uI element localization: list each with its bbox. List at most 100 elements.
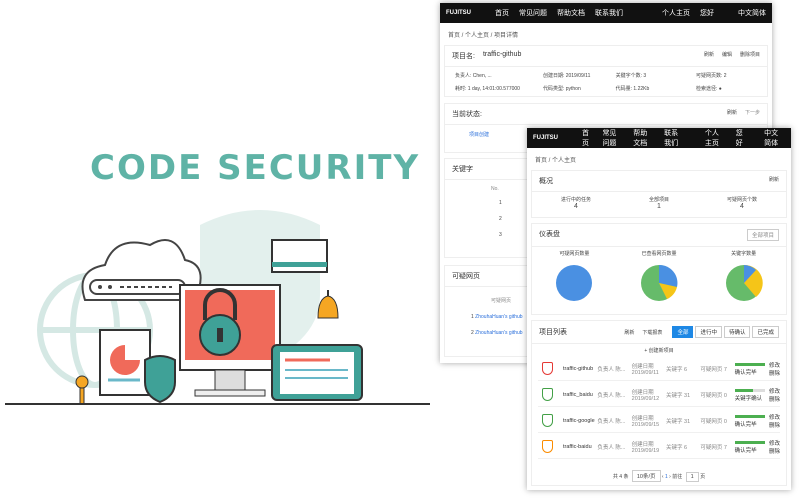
project-status: 关键字确认 bbox=[734, 388, 769, 402]
nav-home[interactable]: 首页 bbox=[495, 8, 509, 18]
project-pages: 可疑网页 0 bbox=[700, 392, 727, 399]
github-icon: ● bbox=[718, 86, 722, 92]
row-actions: 修改 删除 bbox=[769, 387, 780, 403]
project-name-label: 项目名: bbox=[452, 53, 475, 60]
keyword-row: 1 bbox=[499, 200, 502, 206]
project-shield-icon bbox=[542, 388, 553, 401]
project-row[interactable]: traffic-github 负责人 陈... 创建日期 2019/09/11 … bbox=[538, 357, 780, 381]
overview-refresh-button[interactable]: 刷新 bbox=[769, 176, 779, 186]
code-security-illustration: CODE SECURITY bbox=[0, 0, 440, 500]
project-owner: 负责人 陈... bbox=[597, 444, 626, 451]
filter-pending[interactable]: 待确认 bbox=[723, 326, 751, 338]
nav-user-home[interactable]: 个人主页 bbox=[705, 128, 726, 148]
nav-docs[interactable]: 帮助文档 bbox=[633, 128, 654, 148]
page-row[interactable]: 1 ZhouhaHuan's github bbox=[445, 304, 527, 320]
list-refresh-button[interactable]: 刷新 bbox=[624, 329, 634, 336]
keyword-row: 3 bbox=[499, 232, 502, 238]
keywords-card: 关键字 No. 1 2 3 bbox=[444, 158, 528, 258]
project-list-card: 项目列表 刷新 下载报表 全部 进行中 待确认 已完成 + 创建新项目 traffic… bbox=[531, 320, 787, 486]
project-status: 确认完毕 bbox=[734, 414, 769, 428]
field-code-size: 代码量: 1.22Kb bbox=[615, 86, 650, 92]
project-owner: 负责人 陈... bbox=[597, 418, 626, 425]
filter-done[interactable]: 已完成 bbox=[752, 326, 779, 338]
page-size-select[interactable]: 10条/页 bbox=[631, 470, 661, 482]
project-keywords: 关键字 31 bbox=[665, 418, 691, 425]
project-name: traffic-github bbox=[482, 51, 522, 58]
fujitsu-logo: FUJITSU bbox=[533, 135, 559, 141]
credit-card-icon bbox=[271, 239, 328, 273]
field-owner: 负责人: Chen, ... bbox=[455, 73, 492, 79]
project-row[interactable]: traffic-google 负责人 陈... 创建日期 2019/09/15 … bbox=[538, 409, 780, 433]
nav-home[interactable]: 首页 bbox=[582, 128, 592, 148]
project-pages: 可疑网页 7 bbox=[700, 444, 727, 451]
pages-col-header: 可疑网页 bbox=[491, 298, 512, 304]
nav-faq[interactable]: 常见问题 bbox=[519, 8, 547, 18]
shield-icon bbox=[144, 355, 176, 404]
stat-suspicious-pages: 可疑网页个数 4 bbox=[726, 197, 757, 210]
delete-link[interactable]: 删除 bbox=[769, 423, 780, 429]
goto-unit: 页 bbox=[700, 474, 706, 480]
project-keywords: 关键字 31 bbox=[665, 392, 691, 399]
project-row[interactable]: traffic-baidu 负责人 陈... 创建日期 2019/09/19 关… bbox=[538, 435, 780, 459]
row-actions: 修改 删除 bbox=[769, 439, 780, 455]
row-actions: 修改 删除 bbox=[769, 361, 780, 377]
project-status: 确认完毕 bbox=[734, 362, 769, 376]
edit-button[interactable]: 编辑 bbox=[722, 51, 732, 61]
nav-greeting: 您好 bbox=[700, 10, 714, 17]
project-filter-select[interactable]: 全部项目 bbox=[746, 229, 779, 241]
filter-in-progress[interactable]: 进行中 bbox=[695, 326, 722, 338]
project-row[interactable]: traffic_baidu 负责人 陈... 创建日期 2019/09/12 关… bbox=[538, 383, 780, 407]
key-icon bbox=[75, 375, 89, 405]
project-date: 创建日期 2019/09/15 bbox=[631, 415, 660, 428]
nav-contact[interactable]: 联系我们 bbox=[664, 128, 685, 148]
project-shield-icon bbox=[542, 362, 553, 375]
overview-card: 概况 刷新 进行中的任务 4 全部项目 1 可疑网页个数 4 bbox=[531, 170, 787, 218]
project-owner: 负责人 陈... bbox=[597, 392, 626, 399]
delete-link[interactable]: 删除 bbox=[769, 397, 780, 403]
keywords-title: 关键字 bbox=[452, 166, 473, 173]
page-row[interactable]: 2 ZhouhaHuan's github bbox=[445, 320, 527, 336]
delete-link[interactable]: 删除 bbox=[769, 449, 780, 455]
project-name[interactable]: traffic-github bbox=[563, 366, 597, 372]
nav-docs[interactable]: 帮助文档 bbox=[557, 8, 585, 18]
nav-faq[interactable]: 常见问题 bbox=[602, 128, 623, 148]
edit-link[interactable]: 修改 bbox=[769, 389, 780, 395]
create-project-button[interactable]: + 创建新项目 bbox=[532, 344, 786, 357]
edit-link[interactable]: 修改 bbox=[769, 441, 780, 447]
nav-language[interactable]: 中文简体 bbox=[738, 8, 766, 18]
project-name[interactable]: traffic_baidu bbox=[563, 392, 597, 398]
top-nav: FUJITSU 首页 常见问题 帮助文档 联系我们 个人主页 您好 中文简体 bbox=[440, 3, 772, 23]
bell-icon bbox=[317, 290, 339, 319]
edit-link[interactable]: 修改 bbox=[769, 363, 780, 369]
goto-page-input[interactable]: 1 bbox=[685, 472, 699, 482]
project-shield-icon bbox=[542, 414, 553, 427]
download-report-button[interactable]: 下载报表 bbox=[642, 329, 662, 336]
row-actions: 修改 删除 bbox=[769, 413, 780, 429]
security-scene-graphic bbox=[5, 210, 430, 405]
overview-title: 概况 bbox=[539, 178, 553, 185]
project-name[interactable]: traffic-baidu bbox=[563, 444, 597, 450]
project-owner: 负责人 陈... bbox=[597, 366, 626, 373]
edit-link[interactable]: 修改 bbox=[769, 415, 780, 421]
breadcrumb: 首页 / 个人主页 bbox=[535, 158, 577, 164]
breadcrumb: 首页 / 个人主页 / 项目详情 bbox=[448, 33, 519, 39]
nav-language[interactable]: 中文简体 bbox=[764, 128, 785, 148]
project-shield-icon bbox=[542, 440, 553, 453]
nav-contact[interactable]: 联系我们 bbox=[595, 8, 623, 18]
project-name[interactable]: traffic-google bbox=[563, 418, 597, 424]
top-nav: FUJITSU 首页 常见问题 帮助文档 联系我们 个人主页 您好 中文简体 bbox=[527, 128, 791, 148]
refresh-button[interactable]: 刷新 bbox=[704, 51, 714, 61]
dashboard-window: FUJITSU 首页 常见问题 帮助文档 联系我们 个人主页 您好 中文简体 首… bbox=[527, 128, 791, 490]
project-keywords: 关键字 6 bbox=[665, 444, 688, 451]
filter-all[interactable]: 全部 bbox=[672, 326, 694, 338]
status-refresh-button[interactable]: 刷新 bbox=[727, 109, 737, 119]
next-step-button[interactable]: 下一步 bbox=[745, 109, 760, 119]
page-number[interactable]: 1 bbox=[665, 474, 668, 480]
suspicious-pages-card: 可疑网页 可疑网页 1 ZhouhaHuan's github 2 Zhouha… bbox=[444, 265, 528, 357]
pie-viewed-pages: 已查看网页数量 bbox=[637, 250, 681, 307]
delete-link[interactable]: 删除 bbox=[769, 371, 780, 377]
dashboard-card: 仪表盘 全部项目 可疑网页数量 已查看网页数量 关键字数量 bbox=[531, 223, 787, 315]
delete-project-button[interactable]: 删除项目 bbox=[740, 51, 760, 61]
project-list-title: 项目列表 bbox=[539, 329, 567, 336]
nav-user-home[interactable]: 个人主页 bbox=[662, 8, 690, 18]
